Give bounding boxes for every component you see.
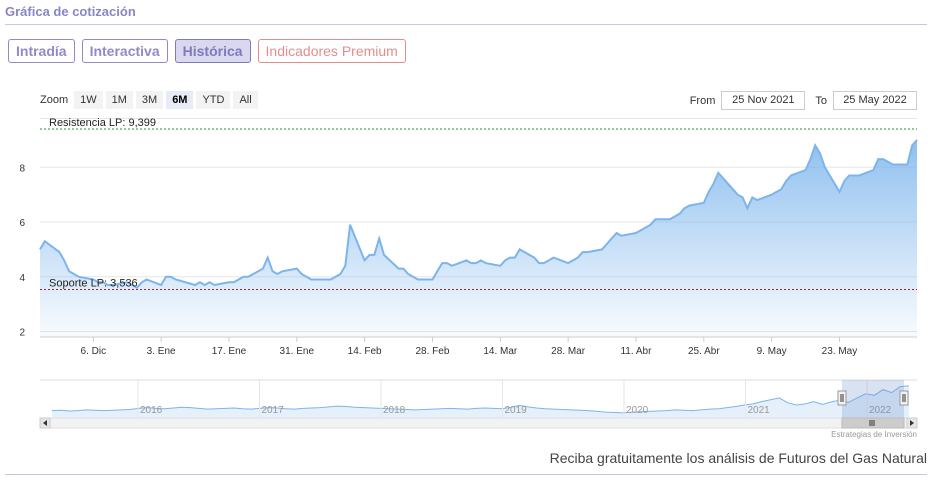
navigator-mask — [842, 380, 904, 418]
price-area — [40, 139, 917, 337]
x-tick-label: 23. May — [822, 346, 858, 357]
x-tick-label: 6. Dic — [81, 346, 107, 357]
zoom-6m-button[interactable]: 6M — [166, 91, 194, 109]
threshold-label: Soporte LP: 3,536 — [49, 277, 138, 289]
chart-type-tabs: Intradía Interactiva Histórica Indicador… — [8, 39, 406, 63]
navigator-year-label: 2019 — [505, 405, 528, 416]
x-tick-label: 28. Mar — [551, 346, 586, 357]
x-tick-label: 11. Abr — [620, 346, 652, 357]
x-tick-label: 14. Mar — [483, 346, 518, 357]
x-tick-label: 3. Ene — [147, 346, 176, 357]
y-axis-labels: 2 4 6 8 — [19, 163, 25, 338]
threshold-label: Resistencia LP: 9,399 — [49, 118, 156, 129]
y-tick-label: 8 — [19, 163, 25, 174]
tab-indicadores-premium[interactable]: Indicadores Premium — [257, 39, 406, 63]
to-date-input[interactable]: 25 May 2022 — [833, 91, 917, 110]
navigator-year-label: 2020 — [626, 405, 649, 416]
navigator-year-label: 2016 — [140, 405, 163, 416]
from-label: From — [689, 94, 716, 107]
zoom-label: Zoom — [40, 94, 69, 106]
navigator-year-label: 2018 — [383, 405, 406, 416]
navigator-year-label: 2017 — [262, 405, 285, 416]
zoom-ytd-button[interactable]: YTD — [196, 91, 231, 109]
navigator-area — [52, 385, 909, 418]
zoom-all-button[interactable]: All — [233, 91, 258, 109]
zoom-1m-button[interactable]: 1M — [105, 91, 133, 109]
navigator[interactable]: 2016 2017 2018 2019 2020 2021 2022 — [39, 379, 918, 429]
chart-credit[interactable]: Estrategias de Inversión — [831, 430, 917, 439]
header-divider — [5, 24, 927, 25]
navigator-year-label: 2021 — [748, 405, 771, 416]
y-tick-label: 6 — [19, 218, 25, 229]
x-tick-label: 17. Ene — [212, 346, 247, 357]
navigator-handle — [837, 390, 847, 406]
to-label: To — [815, 94, 827, 107]
price-chart: 2 4 6 8 Resistencia LP: 9,399 Soporte LP: 3,… — [19, 118, 918, 429]
x-tick-label: 14. Feb — [348, 346, 382, 357]
scrollbar-thumb — [841, 417, 905, 429]
x-tick-label: 9. May — [757, 346, 787, 357]
from-date-input[interactable]: 25 Nov 2021 — [721, 91, 806, 110]
footer-divider — [5, 474, 927, 475]
zoom-1w-button[interactable]: 1W — [74, 91, 103, 109]
x-tick-label: 28. Feb — [416, 346, 450, 357]
x-axis-labels: 6. Dic 3. Ene 17. Ene 31. Ene 14. Feb 28. Feb… — [81, 337, 858, 357]
y-tick-label: 2 — [19, 328, 25, 339]
tab-interactiva[interactable]: Interactiva — [81, 39, 168, 63]
x-tick-label: 25. Abr — [688, 346, 720, 357]
zoom-selector: Zoom 1W 1M 3M 6M YTD All — [40, 91, 261, 109]
y-tick-label: 4 — [19, 273, 25, 284]
zoom-3m-button[interactable]: 3M — [135, 91, 164, 109]
x-tick-label: 31. Ene — [280, 346, 315, 357]
tab-intradia[interactable]: Intradía — [8, 39, 75, 63]
date-range-selector: From 25 Nov 2021 To 25 May 2022 — [680, 91, 917, 110]
section-title: Gráfica de cotización — [5, 4, 136, 19]
scrollbar-track — [39, 417, 918, 429]
navigator-handle — [899, 390, 909, 406]
tab-historica[interactable]: Histórica — [174, 39, 251, 63]
promo-link[interactable]: Reciba gratuitamente los análisis de Fut… — [550, 450, 927, 466]
